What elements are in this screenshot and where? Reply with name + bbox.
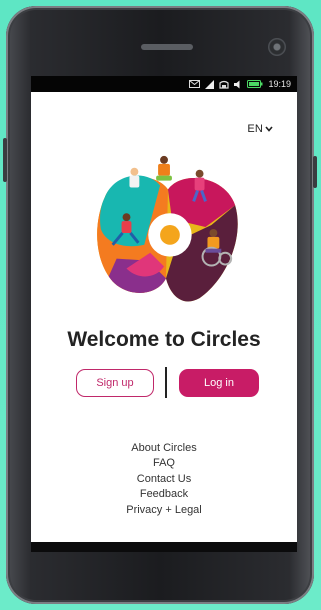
footer-links: About Circles FAQ Contact Us Feedback Pr… [31,441,297,518]
privacy-legal-link[interactable]: Privacy + Legal [31,503,297,518]
contact-link[interactable]: Contact Us [31,472,297,487]
sign-up-button[interactable]: Sign up [76,369,154,397]
bottom-bezel [31,542,297,552]
feedback-link[interactable]: Feedback [31,487,297,502]
button-divider [165,367,167,398]
status-bar: 19:19 [31,76,297,92]
signal-icon [205,79,215,89]
mail-icon [189,80,201,88]
side-button-right [313,156,317,188]
welcome-title: Welcome to Circles [67,328,261,351]
wifi-icon [219,80,230,89]
app-screen: EN Welcome to Circles Sign up Log in Abo… [31,92,297,542]
chevron-down-icon [265,126,273,132]
language-label: EN [247,123,263,135]
language-selector[interactable]: EN [247,123,273,135]
log-in-button[interactable]: Log in [179,369,259,397]
front-camera [268,38,286,56]
volume-icon [234,80,240,88]
circles-logo-illustration [97,155,238,302]
earpiece-speaker [141,44,193,50]
side-button-left [3,138,7,182]
battery-icon [247,80,263,88]
status-time: 19:19 [268,79,291,89]
faq-link[interactable]: FAQ [31,456,297,471]
about-link[interactable]: About Circles [31,441,297,456]
